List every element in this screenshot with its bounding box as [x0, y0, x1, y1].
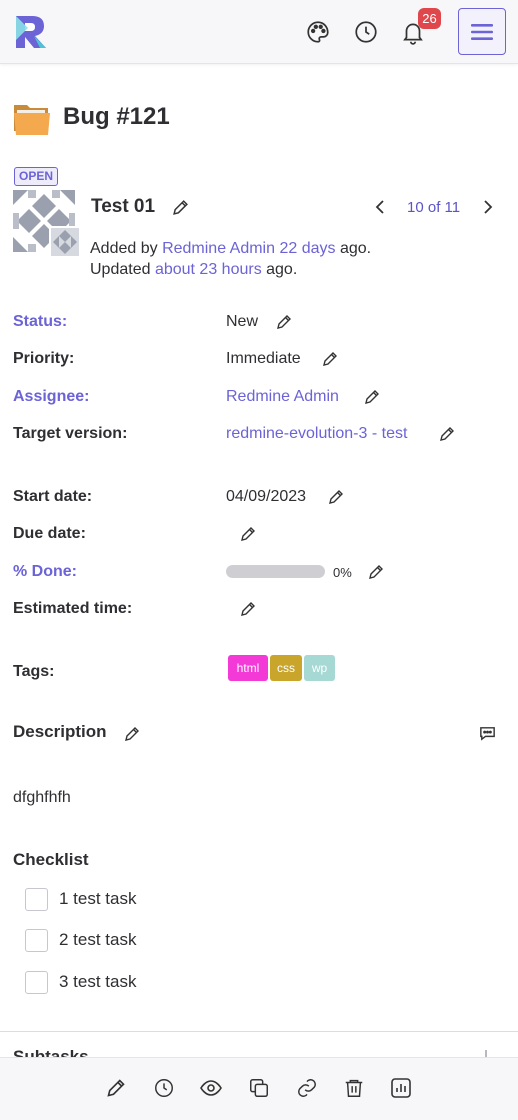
checklist-item: 3 test task — [25, 970, 136, 994]
edit-start-date-icon[interactable] — [328, 489, 344, 505]
folder-icon — [14, 105, 50, 135]
author-link[interactable]: Redmine Admin — [162, 240, 275, 257]
checklist-checkbox[interactable] — [25, 928, 48, 952]
history-icon[interactable] — [152, 1076, 176, 1100]
next-issue-button[interactable] — [479, 198, 497, 216]
checklist-item-label: 1 test task — [59, 889, 137, 908]
tag-wp[interactable]: wp — [304, 655, 335, 681]
estimated-time-label: Estimated time: — [13, 600, 133, 617]
checklist-title: Checklist — [13, 850, 89, 869]
target-version-link[interactable]: redmine-evolution-3 - test — [226, 425, 407, 443]
page-title: Bug #121 — [63, 103, 170, 130]
top-bar: 26 — [0, 0, 518, 64]
issue-meta: Added by Redmine Admin 22 days ago. Upda… — [90, 238, 420, 280]
status-label[interactable]: Status: — [13, 313, 67, 331]
hamburger-icon — [471, 23, 493, 40]
status-badge: OPEN — [14, 167, 59, 186]
start-date-label: Start date: — [13, 488, 93, 505]
description-text: dfghfhfh — [13, 789, 71, 806]
checklist-checkbox[interactable] — [25, 887, 48, 911]
edit-target-version-icon[interactable] — [439, 426, 455, 442]
issue-subject: Test 01 — [91, 196, 156, 217]
quote-comment-icon[interactable] — [478, 724, 497, 743]
done-progress-bar — [226, 565, 325, 578]
delete-icon[interactable] — [342, 1076, 366, 1100]
edit-description-icon[interactable] — [124, 726, 140, 742]
due-date-label: Due date: — [13, 525, 86, 542]
checklist-item-label: 3 test task — [59, 972, 137, 991]
link-icon[interactable] — [295, 1076, 319, 1100]
edit-icon[interactable] — [104, 1076, 128, 1100]
done-progress-text: 0% — [333, 565, 352, 580]
redmine-logo[interactable] — [14, 14, 50, 50]
assignee-link[interactable]: Redmine Admin — [226, 388, 339, 406]
checklist-item-label: 2 test task — [59, 930, 137, 949]
checklist-item: 1 test task — [25, 887, 136, 911]
clock-icon[interactable] — [352, 18, 380, 46]
watch-icon[interactable] — [199, 1076, 223, 1100]
checklist-item: 2 test task — [25, 928, 136, 952]
tags-label: Tags: — [13, 663, 55, 680]
status-value: New — [226, 313, 259, 330]
notification-badge: 26 — [418, 8, 441, 29]
edit-priority-icon[interactable] — [322, 351, 338, 367]
edit-estimated-time-icon[interactable] — [240, 601, 256, 617]
tag-css[interactable]: css — [270, 655, 302, 681]
start-date-value: 04/09/2023 — [226, 488, 307, 505]
checklist-checkbox[interactable] — [25, 970, 48, 994]
menu-button[interactable] — [458, 8, 506, 55]
section-divider — [0, 1031, 518, 1032]
target-version-label: Target version: — [13, 425, 128, 442]
added-prefix: Added by — [90, 240, 163, 257]
edit-done-icon[interactable] — [368, 564, 384, 580]
edit-status-icon[interactable] — [276, 314, 292, 330]
previous-issue-button[interactable] — [371, 198, 389, 216]
copy-icon[interactable] — [247, 1076, 271, 1100]
palette-icon[interactable] — [304, 18, 332, 46]
edit-subject-icon[interactable] — [172, 199, 189, 216]
done-label[interactable]: % Done: — [13, 563, 77, 581]
updated-suffix: ago. — [261, 261, 298, 278]
stats-icon[interactable] — [389, 1076, 413, 1100]
avatar-small — [49, 226, 81, 258]
priority-value: Immediate — [226, 350, 301, 367]
priority-label: Priority: — [13, 350, 75, 367]
edit-due-date-icon[interactable] — [240, 526, 256, 542]
updated-ago-link[interactable]: about 23 hours — [155, 261, 262, 278]
issue-pagination: 10 of 11 — [407, 199, 461, 216]
edit-assignee-icon[interactable] — [364, 389, 380, 405]
description-title: Description — [13, 722, 107, 741]
tag-html[interactable]: html — [228, 655, 268, 681]
assignee-label[interactable]: Assignee: — [13, 388, 89, 406]
created-ago-link[interactable]: 22 days — [279, 240, 335, 257]
